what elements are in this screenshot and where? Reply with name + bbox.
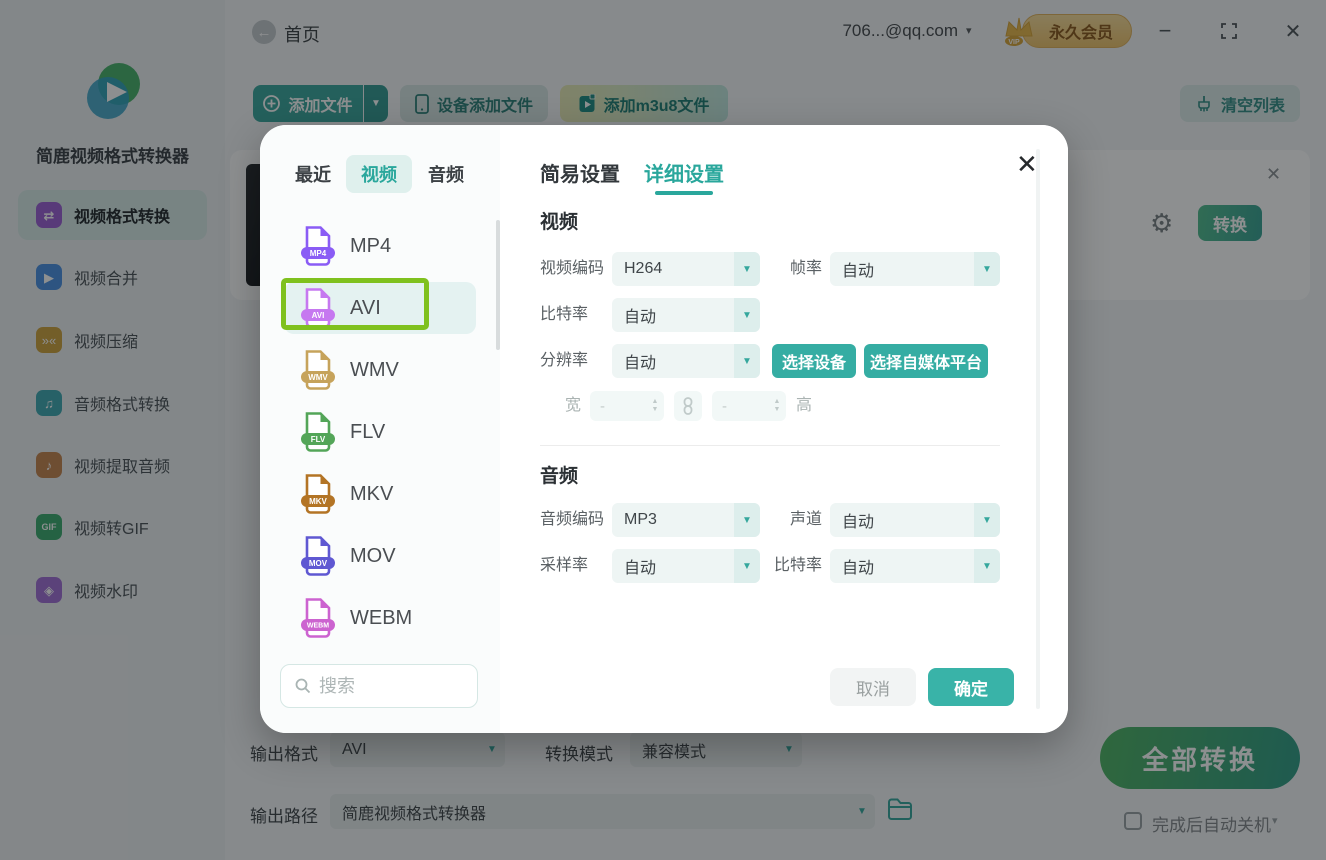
width-input[interactable]: - ▲ ▼ xyxy=(590,391,664,421)
chevron-down-icon: ▼ xyxy=(734,503,760,537)
sample-rate-value: 自动 xyxy=(624,560,657,577)
video-codec-select[interactable]: H264 ▼ xyxy=(612,252,760,286)
fps-label: 帧率 xyxy=(789,260,822,277)
search-icon xyxy=(295,678,311,694)
flv-file-icon: FLV xyxy=(301,412,335,452)
settings-pane: 简易设置 详细设置 ✕ 视频 视频编码 H264 ▼ 帧率 自动 ▼ 比特率 自… xyxy=(500,125,1068,733)
select-device-button[interactable]: 选择设备 xyxy=(772,344,856,378)
chevron-down-icon: ▼ xyxy=(974,549,1000,583)
format-item-mkv[interactable]: MKV MKV xyxy=(284,468,476,520)
sample-rate-select[interactable]: 自动 ▼ xyxy=(612,549,760,583)
audio-codec-label: 音频编码 xyxy=(540,511,605,528)
video-codec-value: H264 xyxy=(624,260,663,277)
video-codec-label: 视频编码 xyxy=(540,260,605,277)
sample-rate-label: 采样率 xyxy=(540,557,589,574)
bitrate-label: 比特率 xyxy=(540,306,589,323)
ok-button[interactable]: 确定 xyxy=(928,668,1014,706)
chevron-down-icon: ▼ xyxy=(734,344,760,378)
tab-audio[interactable]: 音频 xyxy=(428,161,464,187)
fps-value: 自动 xyxy=(842,263,875,280)
svg-text:AVI: AVI xyxy=(312,311,325,320)
resolution-label: 分辨率 xyxy=(540,352,589,369)
format-item-webm[interactable]: WEBM WEBM xyxy=(284,592,476,644)
format-item-avi[interactable]: AVI AVI xyxy=(284,282,476,334)
bitrate-select[interactable]: 自动 ▼ xyxy=(612,298,760,332)
audio-codec-select[interactable]: MP3 ▼ xyxy=(612,503,760,537)
chevron-down-icon: ▼ xyxy=(734,549,760,583)
svg-text:FLV: FLV xyxy=(311,435,326,444)
settings-scrollbar-track[interactable] xyxy=(1036,149,1040,709)
format-item-flv[interactable]: FLV FLV xyxy=(284,406,476,458)
audio-bitrate-value: 自动 xyxy=(842,560,875,577)
tab-recent[interactable]: 最近 xyxy=(295,161,331,187)
channels-label: 声道 xyxy=(789,511,822,528)
fps-select[interactable]: 自动 ▼ xyxy=(830,252,1000,286)
tab-detail-settings[interactable]: 详细设置 xyxy=(644,158,724,187)
chevron-down-icon: ▼ xyxy=(734,252,760,286)
format-item-mov[interactable]: MOV MOV xyxy=(284,530,476,582)
chevron-down-icon: ▼ xyxy=(734,298,760,332)
wmv-file-icon: WMV xyxy=(301,350,335,390)
chevron-down-icon: ▼ xyxy=(974,503,1000,537)
section-divider xyxy=(540,445,1000,446)
cancel-button[interactable]: 取消 xyxy=(830,668,916,706)
height-label: 高 xyxy=(796,397,813,414)
format-settings-dialog: 最近 视频 音频 MP4 MP4 AVI AVI WMV WMV FLV FLV… xyxy=(260,125,1068,733)
audio-bitrate-label: 比特率 xyxy=(773,557,822,574)
channels-value: 自动 xyxy=(842,514,875,531)
audio-bitrate-select[interactable]: 自动 ▼ xyxy=(830,549,1000,583)
tab-video[interactable]: 视频 xyxy=(346,155,412,193)
webm-file-icon: WEBM xyxy=(301,598,335,638)
search-input[interactable] xyxy=(319,675,449,697)
stepper-arrows[interactable]: ▲ ▼ xyxy=(768,398,786,414)
svg-text:WMV: WMV xyxy=(308,373,328,382)
channels-select[interactable]: 自动 ▼ xyxy=(830,503,1000,537)
stepper-arrows[interactable]: ▲ ▼ xyxy=(646,398,664,414)
audio-codec-value: MP3 xyxy=(624,511,657,528)
mov-file-icon: MOV xyxy=(301,536,335,576)
active-tab-underline xyxy=(655,191,713,195)
bitrate-value: 自动 xyxy=(624,309,657,326)
height-input[interactable]: - ▲ ▼ xyxy=(712,391,786,421)
svg-text:WEBM: WEBM xyxy=(307,623,329,630)
format-item-mp4[interactable]: MP4 MP4 xyxy=(284,220,476,272)
link-dimensions-icon[interactable] xyxy=(674,391,702,421)
close-dialog-icon[interactable]: ✕ xyxy=(1016,151,1038,177)
format-search xyxy=(280,664,478,708)
svg-text:MOV: MOV xyxy=(309,559,328,568)
svg-text:MP4: MP4 xyxy=(310,249,327,258)
video-section-header: 视频 xyxy=(540,212,579,233)
tab-simple-settings[interactable]: 简易设置 xyxy=(540,158,620,187)
chevron-down-icon: ▼ xyxy=(974,252,1000,286)
svg-text:MKV: MKV xyxy=(309,497,327,506)
width-label: 宽 xyxy=(565,397,582,414)
audio-section-header: 音频 xyxy=(540,466,579,487)
avi-file-icon: AVI xyxy=(301,288,335,328)
mkv-file-icon: MKV xyxy=(301,474,335,514)
format-item-wmv[interactable]: WMV WMV xyxy=(284,344,476,396)
select-platform-button[interactable]: 选择自媒体平台 xyxy=(864,344,988,378)
format-picker-pane: 最近 视频 音频 MP4 MP4 AVI AVI WMV WMV FLV FLV… xyxy=(260,125,500,733)
mp4-file-icon: MP4 xyxy=(301,226,335,266)
resolution-value: 自动 xyxy=(624,355,657,372)
resolution-select[interactable]: 自动 ▼ xyxy=(612,344,760,378)
